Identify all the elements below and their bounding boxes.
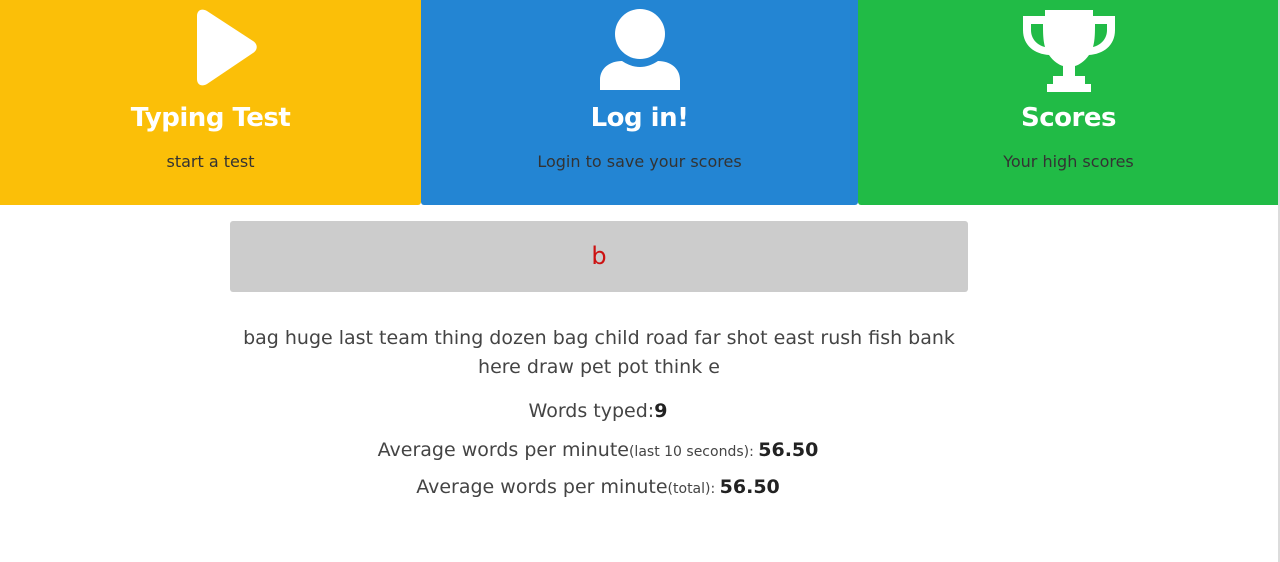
scores-tile[interactable]: Scores Your high scores bbox=[858, 0, 1279, 205]
words-typed-stat: Words typed:9 bbox=[0, 400, 1196, 422]
top-navigation: Typing Test start a test Log in! Login t… bbox=[0, 0, 1280, 205]
avg-wpm-label: Average words per minute bbox=[377, 439, 629, 461]
scores-title: Scores bbox=[1021, 103, 1116, 133]
trophy-icon bbox=[1019, 6, 1119, 96]
total-note: (total): bbox=[667, 481, 720, 497]
typing-test-title: Typing Test bbox=[130, 103, 291, 133]
words-typed-label: Words typed: bbox=[528, 400, 655, 422]
user-icon bbox=[590, 6, 690, 96]
play-icon bbox=[161, 6, 261, 96]
typing-test-tile[interactable]: Typing Test start a test bbox=[0, 0, 421, 205]
last10-note: (last 10 seconds): bbox=[628, 444, 759, 460]
avg-wpm-total-stat: Average words per minute(total): 56.50 bbox=[0, 476, 1196, 498]
avg-wpm-total-value: 56.50 bbox=[719, 476, 780, 498]
scores-subtitle: Your high scores bbox=[1003, 152, 1134, 171]
avg-wpm-last10-value: 56.50 bbox=[758, 439, 819, 461]
typing-input-box[interactable]: b bbox=[230, 221, 968, 292]
avg-wpm-last10-stat: Average words per minute(last 10 seconds… bbox=[0, 439, 1196, 461]
login-subtitle: Login to save your scores bbox=[537, 152, 742, 171]
avg-wpm-label: Average words per minute bbox=[416, 476, 668, 498]
login-title: Log in! bbox=[590, 103, 689, 133]
login-tile[interactable]: Log in! Login to save your scores bbox=[421, 0, 858, 205]
words-to-type: bag huge last team thing dozen bag child… bbox=[243, 327, 955, 378]
words-typed-value: 9 bbox=[654, 400, 668, 422]
typing-test-subtitle: start a test bbox=[166, 152, 255, 171]
